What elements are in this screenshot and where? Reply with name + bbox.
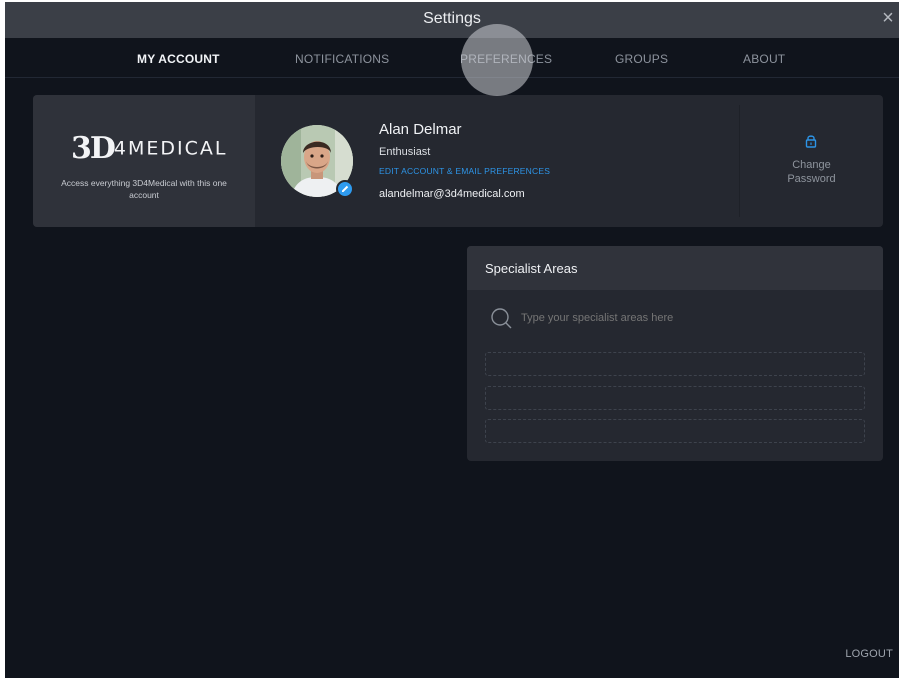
change-password-button[interactable]: Change Password — [740, 95, 883, 227]
tab-preferences[interactable]: PREFERENCES — [460, 52, 552, 66]
specialist-slot-1 — [485, 352, 865, 376]
tab-notifications[interactable]: NOTIFICATIONS — [295, 52, 389, 66]
title-bar: Settings × — [5, 2, 899, 38]
user-role: Enthusiast — [379, 146, 431, 158]
change-password-line1: Change — [792, 159, 831, 171]
brand-panel: 3D4MEDICAL Access everything 3D4Medical … — [33, 95, 255, 227]
tab-my-account[interactable]: MY ACCOUNT — [137, 52, 220, 66]
close-icon[interactable]: × — [879, 8, 897, 30]
change-password-line2: Password — [787, 173, 836, 185]
brand-logo: 3D4MEDICAL — [71, 131, 228, 166]
logo-medical-text: 4MEDICAL — [113, 137, 228, 160]
specialist-slot-2 — [485, 386, 865, 410]
edit-avatar-button[interactable] — [336, 180, 354, 198]
pencil-icon — [342, 185, 349, 192]
edit-account-link[interactable]: EDIT ACCOUNT & EMAIL PREFERENCES — [379, 166, 550, 176]
settings-tabs: MY ACCOUNT NOTIFICATIONS PREFERENCES GRO… — [5, 38, 899, 78]
settings-window: Settings × MY ACCOUNT NOTIFICATIONS PREF… — [5, 2, 899, 678]
lock-icon — [805, 135, 817, 148]
specialist-title: Specialist Areas — [485, 261, 578, 276]
specialist-slot-3 — [485, 419, 865, 443]
specialist-areas-card: Specialist Areas — [467, 246, 883, 461]
specialist-header: Specialist Areas — [467, 246, 883, 290]
user-name: Alan Delmar — [379, 121, 462, 138]
window-title: Settings — [423, 10, 481, 27]
brand-description: Access everything 3D4Medical with this o… — [61, 178, 227, 200]
account-card: 3D4MEDICAL Access everything 3D4Medical … — [33, 95, 883, 227]
tab-about[interactable]: ABOUT — [743, 52, 785, 66]
specialist-search-input[interactable] — [521, 312, 861, 324]
change-password-label: Change Password — [740, 158, 883, 186]
logout-button[interactable]: LOGOUT — [845, 648, 893, 660]
tab-groups[interactable]: GROUPS — [615, 52, 668, 66]
search-icon — [491, 308, 512, 329]
specialist-search[interactable] — [489, 306, 869, 330]
user-email: alandelmar@3d4medical.com — [379, 188, 525, 200]
logo-3d-text: 3D — [71, 131, 116, 166]
